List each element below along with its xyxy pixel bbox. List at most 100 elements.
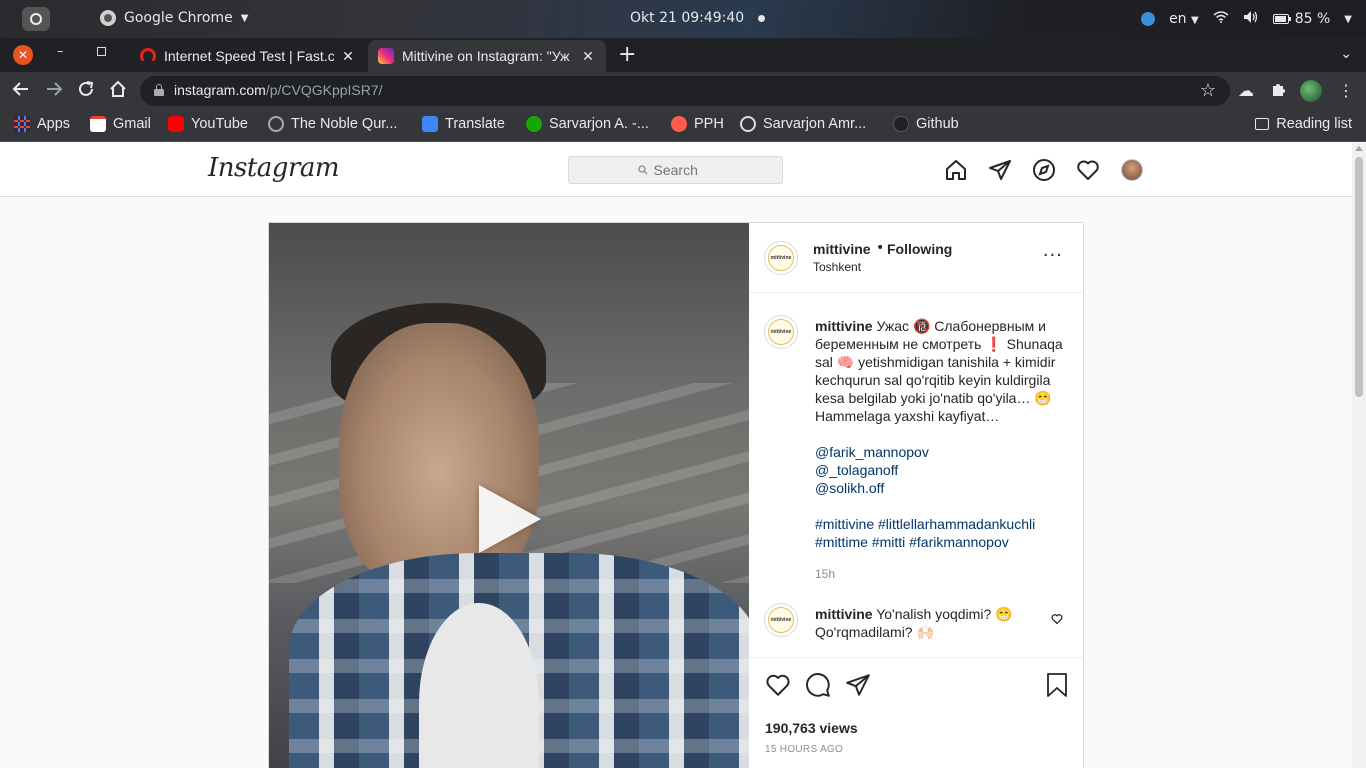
activity-nav-button[interactable] — [1076, 158, 1100, 186]
bookmark-upwork[interactable]: Sarvarjon A. -... — [526, 116, 649, 132]
window-minimize-button[interactable]: – — [57, 44, 64, 59]
author-avatar[interactable]: mittivine — [764, 241, 798, 275]
tab-speed-test[interactable]: Internet Speed Test | Fast.com ✕ — [130, 40, 366, 72]
extensions-puzzle-icon[interactable] — [1271, 81, 1287, 101]
speed-gauge-icon — [140, 48, 156, 64]
view-count[interactable]: 190,763 views — [765, 720, 858, 736]
home-nav-button[interactable] — [944, 158, 968, 186]
reading-list-button[interactable]: Reading list — [1255, 116, 1352, 132]
skype-icon[interactable] — [1141, 12, 1156, 26]
url-host: instagram.com — [174, 82, 266, 98]
bookmark-portfolio[interactable]: Sarvarjon Amr... — [740, 116, 866, 132]
author-username[interactable]: mittivine — [813, 241, 871, 257]
instagram-icon — [378, 48, 394, 64]
post-header: mittivine mittivine • Following Toshkent… — [749, 223, 1083, 293]
tab-close-button[interactable]: ✕ — [340, 48, 356, 65]
direct-nav-button[interactable] — [988, 158, 1012, 186]
save-button[interactable] — [1045, 672, 1069, 703]
volume-icon — [1243, 10, 1259, 28]
lock-icon — [154, 84, 164, 96]
comment-button[interactable] — [805, 672, 831, 703]
bookmark-label: Sarvarjon Amr... — [763, 116, 867, 132]
activities-button[interactable] — [22, 7, 50, 31]
upwork-icon — [526, 116, 542, 132]
bookmark-gmail[interactable]: Gmail — [90, 116, 151, 132]
activities-icon — [30, 13, 42, 25]
tab-close-button[interactable]: ✕ — [580, 48, 596, 65]
hashtag-links[interactable]: #mittime #mitti #farikmannopov — [815, 534, 1009, 550]
post-caption: mittivine Ужас 🔞 Слабонервным и беременн… — [815, 317, 1067, 583]
reload-button[interactable] — [77, 80, 95, 103]
bookmark-apps[interactable]: Apps — [14, 116, 70, 132]
mention-link[interactable]: @solikh.off — [815, 480, 884, 496]
wifi-icon — [1213, 11, 1229, 27]
share-button[interactable] — [845, 672, 871, 703]
like-button[interactable] — [765, 672, 791, 703]
separator-dot: • — [876, 240, 885, 256]
chevron-down-icon: ⌄ — [1340, 46, 1352, 62]
comment-author-avatar[interactable]: mittivine — [764, 603, 798, 637]
battery-indicator[interactable]: 85 % — [1272, 11, 1330, 27]
app-name: Google Chrome — [124, 10, 233, 26]
comment-like-button[interactable] — [1051, 613, 1063, 628]
caption-timestamp[interactable]: 15h — [815, 565, 1067, 583]
bookmark-translate[interactable]: Translate — [422, 116, 505, 132]
post-location[interactable]: Toshkent — [813, 260, 861, 274]
forward-button[interactable] — [45, 80, 63, 103]
explore-nav-button[interactable] — [1032, 158, 1056, 186]
page-scrollbar[interactable] — [1352, 143, 1366, 768]
post-video[interactable] — [269, 223, 749, 768]
address-bar[interactable]: instagram.com/p/CVQGKppISR7/ ☆ — [140, 76, 1230, 106]
bookmark-quran[interactable]: The Noble Qur... — [268, 116, 397, 132]
home-button[interactable] — [109, 80, 127, 103]
menu-kebab-icon[interactable]: ⋮ — [1338, 81, 1354, 100]
page-viewport: Instagram mittivine — [0, 143, 1352, 768]
instagram-header: Instagram — [0, 143, 1352, 197]
tab-strip: ✕ – Internet Speed Test | Fast.com ✕ Mit… — [0, 38, 1366, 72]
language-label: en — [1169, 11, 1187, 27]
heart-icon — [1077, 160, 1099, 180]
play-icon[interactable] — [479, 485, 541, 553]
notification-dot-icon — [758, 15, 765, 22]
forward-arrow-icon — [47, 82, 63, 96]
comment-username[interactable]: mittivine — [815, 606, 873, 622]
profile-avatar[interactable] — [1121, 159, 1143, 181]
reload-icon — [79, 81, 94, 96]
bookmark-pph[interactable]: PPH — [671, 116, 724, 132]
caption-author-avatar[interactable]: mittivine — [764, 315, 798, 349]
tab-instagram[interactable]: Mittivine on Instagram: "Уж ✕ — [368, 40, 606, 72]
tab-title: Internet Speed Test | Fast.com — [164, 48, 334, 64]
system-tray[interactable]: en ▼ 85 % ▼ — [1141, 10, 1352, 28]
clock[interactable]: Okt 21 09:49:40 — [630, 10, 744, 26]
caption-username[interactable]: mittivine — [815, 318, 873, 334]
search-input[interactable] — [653, 162, 714, 178]
comment-item: mittivine Yo'nalish yoqdimi? 😁 Qo'rqmadi… — [815, 605, 1045, 641]
url-text[interactable]: instagram.com/p/CVQGKppISR7/ — [174, 82, 383, 98]
profile-avatar[interactable] — [1300, 80, 1322, 102]
bookmark-github[interactable]: Github — [893, 116, 959, 132]
app-menu[interactable]: Google Chrome ▼ — [100, 10, 248, 26]
tab-search-button[interactable]: ⌄ — [1340, 46, 1352, 62]
bookmark-youtube[interactable]: YouTube — [168, 116, 248, 132]
scrollbar-thumb[interactable] — [1355, 157, 1363, 397]
comments-section: mittivine mittivine Ужас 🔞 Слабонервным … — [749, 293, 1083, 657]
following-button[interactable]: Following — [887, 241, 952, 257]
window-restore-button[interactable] — [97, 47, 106, 56]
more-options-icon[interactable]: ··· — [1043, 245, 1063, 266]
post-timestamp[interactable]: 15 HOURS AGO — [765, 744, 843, 755]
new-tab-button[interactable]: + — [618, 42, 636, 67]
bookmark-star-icon[interactable]: ☆ — [1200, 80, 1216, 101]
language-indicator[interactable]: en ▼ — [1169, 11, 1199, 27]
instagram-logo[interactable]: Instagram — [208, 153, 340, 183]
window-close-button[interactable]: ✕ — [13, 45, 33, 65]
url-path: /p/CVQGKppISR7/ — [265, 82, 383, 98]
search-box[interactable] — [568, 156, 783, 184]
hashtag-links[interactable]: #mittivine #littlellarhammadankuchli — [815, 516, 1035, 532]
mention-link[interactable]: @_tolaganoff — [815, 462, 898, 478]
mention-link[interactable]: @farik_mannopov — [815, 444, 929, 460]
chevron-down-icon: ▼ — [240, 12, 249, 24]
back-button[interactable] — [12, 80, 30, 103]
scroll-up-icon[interactable] — [1355, 146, 1363, 151]
youtube-icon — [168, 116, 184, 132]
extension-cloud-icon[interactable]: ☁ — [1238, 81, 1254, 100]
